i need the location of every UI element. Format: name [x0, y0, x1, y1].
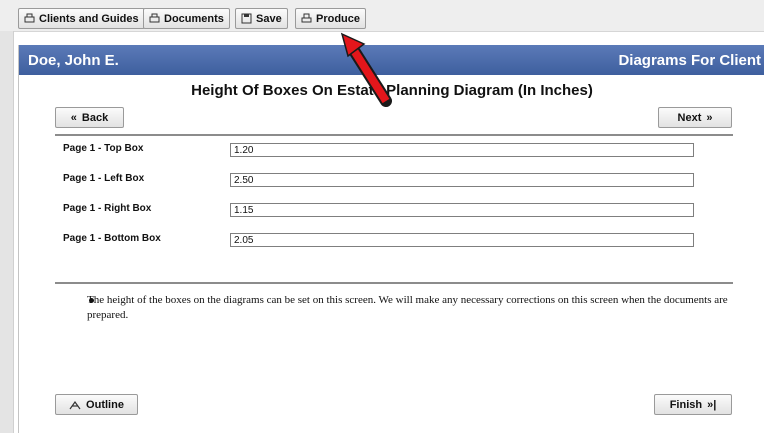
- produce-label: Produce: [316, 12, 361, 25]
- main-panel: Doe, John E. Diagrams For Client Height …: [18, 45, 764, 433]
- toolbar: Clients and Guides Documents Save Produc…: [0, 0, 764, 32]
- outline-button[interactable]: Outline: [55, 394, 138, 415]
- produce-icon: [301, 13, 312, 23]
- outline-icon: [69, 400, 81, 409]
- outline-label: Outline: [86, 398, 124, 411]
- bottom-box-input[interactable]: [230, 233, 694, 247]
- double-chevron-left-icon: «: [70, 111, 77, 124]
- save-label: Save: [256, 12, 282, 25]
- right-box-input[interactable]: [230, 203, 694, 217]
- documents-button[interactable]: Documents: [143, 8, 230, 29]
- back-button[interactable]: « Back: [55, 107, 124, 128]
- clients-icon: [24, 13, 35, 23]
- field-label-left-box: Page 1 - Left Box: [63, 173, 145, 184]
- next-label: Next: [677, 111, 702, 124]
- save-icon: [241, 13, 252, 24]
- field-label-right-box: Page 1 - Right Box: [63, 203, 152, 214]
- top-box-input[interactable]: [230, 143, 694, 157]
- back-label: Back: [81, 111, 109, 124]
- left-box-input[interactable]: [230, 173, 694, 187]
- clients-and-guides-button[interactable]: Clients and Guides: [18, 8, 145, 29]
- double-chevron-right-icon: »: [706, 111, 713, 124]
- clients-and-guides-label: Clients and Guides: [39, 12, 139, 25]
- finish-arrow-icon: »|: [707, 398, 717, 411]
- save-button[interactable]: Save: [235, 8, 288, 29]
- section-title: Diagrams For Client: [618, 52, 761, 69]
- top-divider: [55, 134, 733, 136]
- field-label-top-box: Page 1 - Top Box: [63, 143, 144, 154]
- next-button[interactable]: Next »: [658, 107, 732, 128]
- finish-label: Finish: [669, 398, 703, 411]
- produce-button[interactable]: Produce: [295, 8, 367, 29]
- page-title: Height Of Boxes On Estate Planning Diagr…: [191, 82, 593, 99]
- help-note: The height of the boxes on the diagrams …: [87, 294, 728, 321]
- client-header-bar: Doe, John E. Diagrams For Client: [19, 45, 764, 75]
- finish-button[interactable]: Finish »|: [654, 394, 732, 415]
- documents-label: Documents: [164, 12, 224, 25]
- documents-icon: [149, 13, 160, 23]
- field-label-bottom-box: Page 1 - Bottom Box: [63, 233, 161, 244]
- client-name: Doe, John E.: [28, 52, 119, 69]
- left-scroll-strip: [0, 31, 14, 433]
- bottom-divider: [55, 282, 733, 284]
